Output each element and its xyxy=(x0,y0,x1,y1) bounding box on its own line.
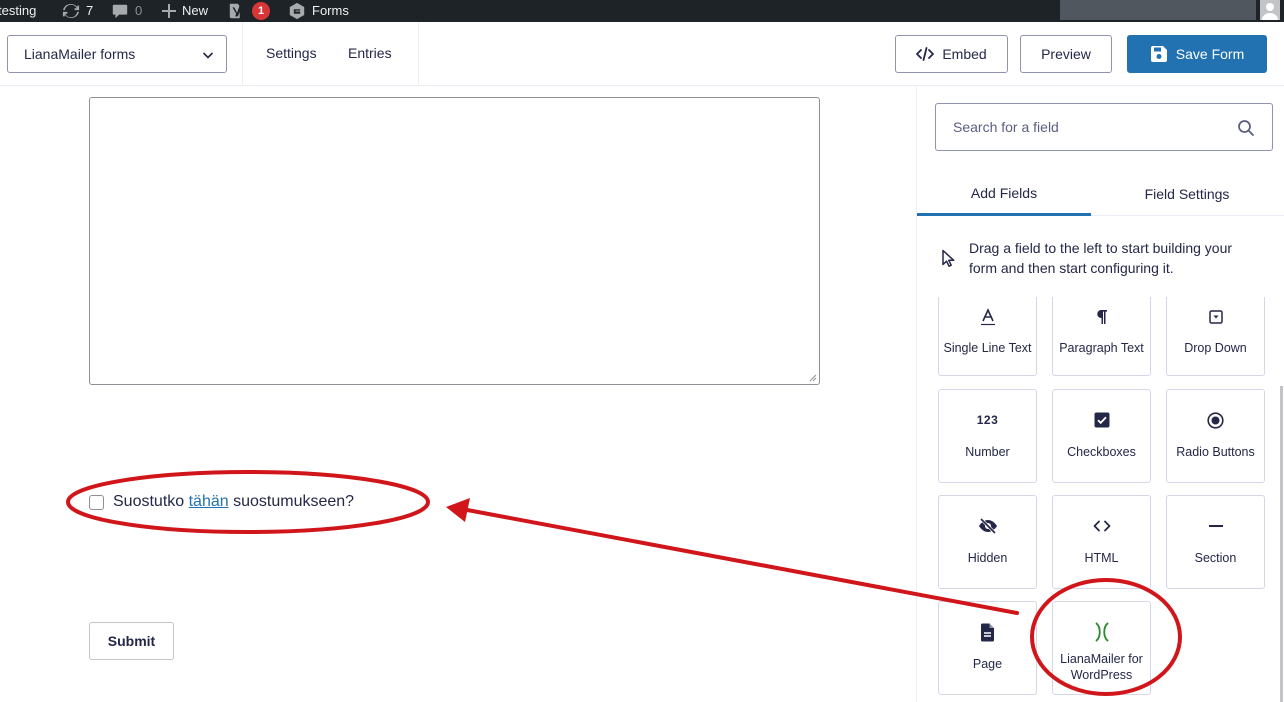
yoast-menu[interactable]: 1 xyxy=(228,0,270,22)
field-label: Page xyxy=(972,657,1003,671)
gravity-forms-icon xyxy=(289,2,305,20)
save-icon xyxy=(1150,46,1167,62)
field-label: Section xyxy=(1194,551,1237,565)
drag-hint-text: Drag a field to the left to start buildi… xyxy=(969,240,1233,276)
pointer-icon xyxy=(942,249,955,267)
form-editor-screen: testing 7 0 New 1 Forms LianaMailer form… xyxy=(0,0,1284,702)
settings-link[interactable]: Settings xyxy=(266,45,317,61)
embed-button[interactable]: Embed xyxy=(895,35,1008,73)
field-label: Checkboxes xyxy=(1067,445,1136,459)
chevron-down-icon xyxy=(202,52,214,59)
add-radio-buttons-button[interactable]: Radio Buttons xyxy=(1166,389,1265,483)
code-icon xyxy=(1093,514,1111,538)
add-paragraph-text-button[interactable]: Paragraph Text xyxy=(1052,297,1151,376)
yoast-icon xyxy=(229,2,244,19)
embed-label: Embed xyxy=(942,46,987,62)
preview-label: Preview xyxy=(1041,46,1091,62)
yoast-notification-badge: 1 xyxy=(252,2,270,20)
minus-icon xyxy=(1208,514,1224,538)
resize-handle-icon[interactable] xyxy=(809,374,817,382)
form-switcher-value: LianaMailer forms xyxy=(24,46,136,62)
sidebar-scrollbar[interactable] xyxy=(1280,386,1283,702)
form-canvas: Suostutko tähän suostumukseen? Submit xyxy=(0,86,916,702)
consent-checkbox[interactable] xyxy=(89,494,104,510)
single-line-text-icon xyxy=(980,305,996,329)
site-name: testing xyxy=(0,3,37,18)
account-menu[interactable] xyxy=(1060,0,1256,20)
tab-field-settings[interactable]: Field Settings xyxy=(1101,172,1273,216)
submit-button[interactable]: Submit xyxy=(89,622,174,660)
field-label: Number xyxy=(965,445,1010,459)
number-icon: 123 xyxy=(976,413,999,427)
add-page-button[interactable]: Page xyxy=(938,601,1037,695)
site-name-link[interactable]: testing xyxy=(0,0,36,22)
consent-label: Suostutko tähän suostumukseen? xyxy=(113,493,354,511)
new-content-link[interactable]: New xyxy=(162,0,208,22)
forms-label: Forms xyxy=(312,3,349,18)
consent-link[interactable]: tähän xyxy=(189,493,229,510)
drag-hint: Drag a field to the left to start buildi… xyxy=(941,238,1261,278)
plus-icon xyxy=(162,4,176,18)
field-label: Drop Down xyxy=(1184,341,1247,355)
field-label: Single Line Text xyxy=(943,341,1032,355)
updates-link[interactable]: 7 xyxy=(62,0,93,22)
field-label: LianaMailer for WordPress xyxy=(1060,651,1143,683)
add-hidden-button[interactable]: Hidden xyxy=(938,495,1037,589)
add-lianamailer-button[interactable]: LianaMailer for WordPress xyxy=(1052,601,1151,695)
save-form-button[interactable]: Save Form xyxy=(1127,35,1267,73)
comments-count: 0 xyxy=(135,3,143,18)
updates-count: 7 xyxy=(86,3,94,18)
field-label-line: LianaMailer for xyxy=(1060,652,1143,666)
document-icon xyxy=(980,620,995,644)
field-sidebar: Search for a field Add Fields Field Sett… xyxy=(916,86,1284,702)
field-label: HTML xyxy=(1084,551,1119,565)
refresh-icon xyxy=(62,4,80,18)
add-number-button[interactable]: 123 Number xyxy=(938,389,1037,483)
field-label: Paragraph Text xyxy=(1059,341,1144,355)
add-section-button[interactable]: Section xyxy=(1166,495,1265,589)
toolbar-divider xyxy=(418,22,419,85)
save-form-label: Save Form xyxy=(1175,46,1245,62)
checkbox-icon xyxy=(1094,408,1110,432)
forms-menu[interactable]: Forms xyxy=(288,0,349,22)
field-button-list: Single Line Text Paragraph Text Drop Dow… xyxy=(917,297,1283,702)
consent-text-after: suostumukseen? xyxy=(228,493,355,510)
lianamailer-logo-icon xyxy=(1093,620,1111,644)
sidebar-tabs: Add Fields Field Settings xyxy=(917,172,1284,216)
toolbar-divider xyxy=(242,22,243,85)
new-label: New xyxy=(182,3,209,18)
field-search-placeholder: Search for a field xyxy=(953,119,1059,135)
admin-bar: testing 7 0 New 1 Forms xyxy=(0,0,1284,22)
paragraph-icon xyxy=(1096,305,1108,329)
field-label: Hidden xyxy=(967,551,1008,565)
field-search-input[interactable]: Search for a field xyxy=(935,103,1273,151)
add-single-line-text-button[interactable]: Single Line Text xyxy=(938,297,1037,376)
form-switcher-select[interactable]: LianaMailer forms xyxy=(7,35,227,73)
preview-button[interactable]: Preview xyxy=(1020,35,1112,73)
search-icon[interactable] xyxy=(1237,119,1255,137)
field-label-line: WordPress xyxy=(1070,668,1133,682)
add-html-button[interactable]: HTML xyxy=(1052,495,1151,589)
field-label: Radio Buttons xyxy=(1176,445,1255,459)
add-checkboxes-button[interactable]: Checkboxes xyxy=(1052,389,1151,483)
tab-add-fields[interactable]: Add Fields xyxy=(917,172,1091,216)
comments-link[interactable]: 0 xyxy=(111,0,142,22)
user-icon xyxy=(1262,3,1278,20)
entries-link[interactable]: Entries xyxy=(348,45,392,61)
eye-slash-icon xyxy=(978,514,998,538)
comment-icon xyxy=(112,4,128,19)
paragraph-textarea-field[interactable] xyxy=(89,97,820,385)
consent-checkbox-field: Suostutko tähän suostumukseen? xyxy=(89,493,354,511)
dropdown-icon xyxy=(1208,305,1223,329)
add-drop-down-button[interactable]: Drop Down xyxy=(1166,297,1265,376)
code-icon xyxy=(916,47,935,61)
consent-text-before: Suostutko xyxy=(113,493,189,510)
editor-toolbar: LianaMailer forms Settings Entries Embed… xyxy=(0,22,1284,86)
radio-icon xyxy=(1207,408,1224,432)
avatar[interactable] xyxy=(1260,0,1280,20)
